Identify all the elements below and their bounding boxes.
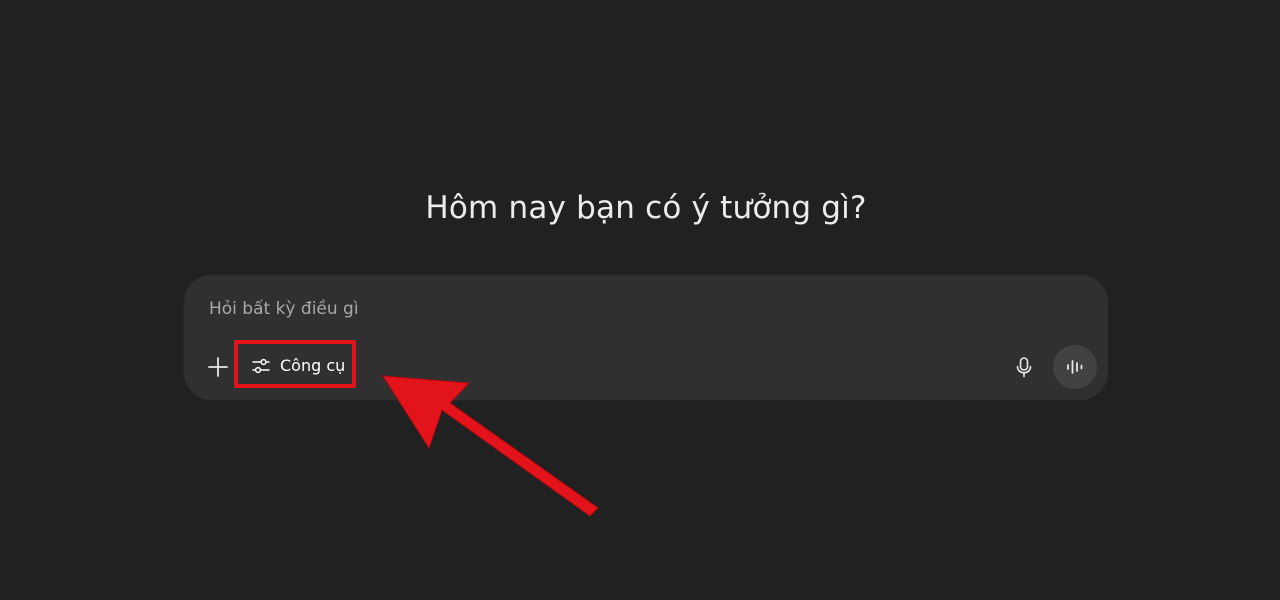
add-attachment-button[interactable] [204, 353, 232, 381]
voice-waveform-icon [1067, 360, 1083, 374]
page-title: Hôm nay bạn có ý tưởng gì? [425, 190, 867, 226]
prompt-input[interactable] [209, 295, 969, 323]
dictate-button[interactable] [1012, 355, 1036, 379]
microphone-icon [1016, 357, 1032, 378]
voice-mode-button[interactable] [1053, 345, 1097, 389]
tools-highlight-box [234, 340, 356, 388]
plus-icon [208, 357, 228, 377]
chat-home-page: Hôm nay bạn có ý tưởng gì? Công cụ [0, 0, 1280, 600]
